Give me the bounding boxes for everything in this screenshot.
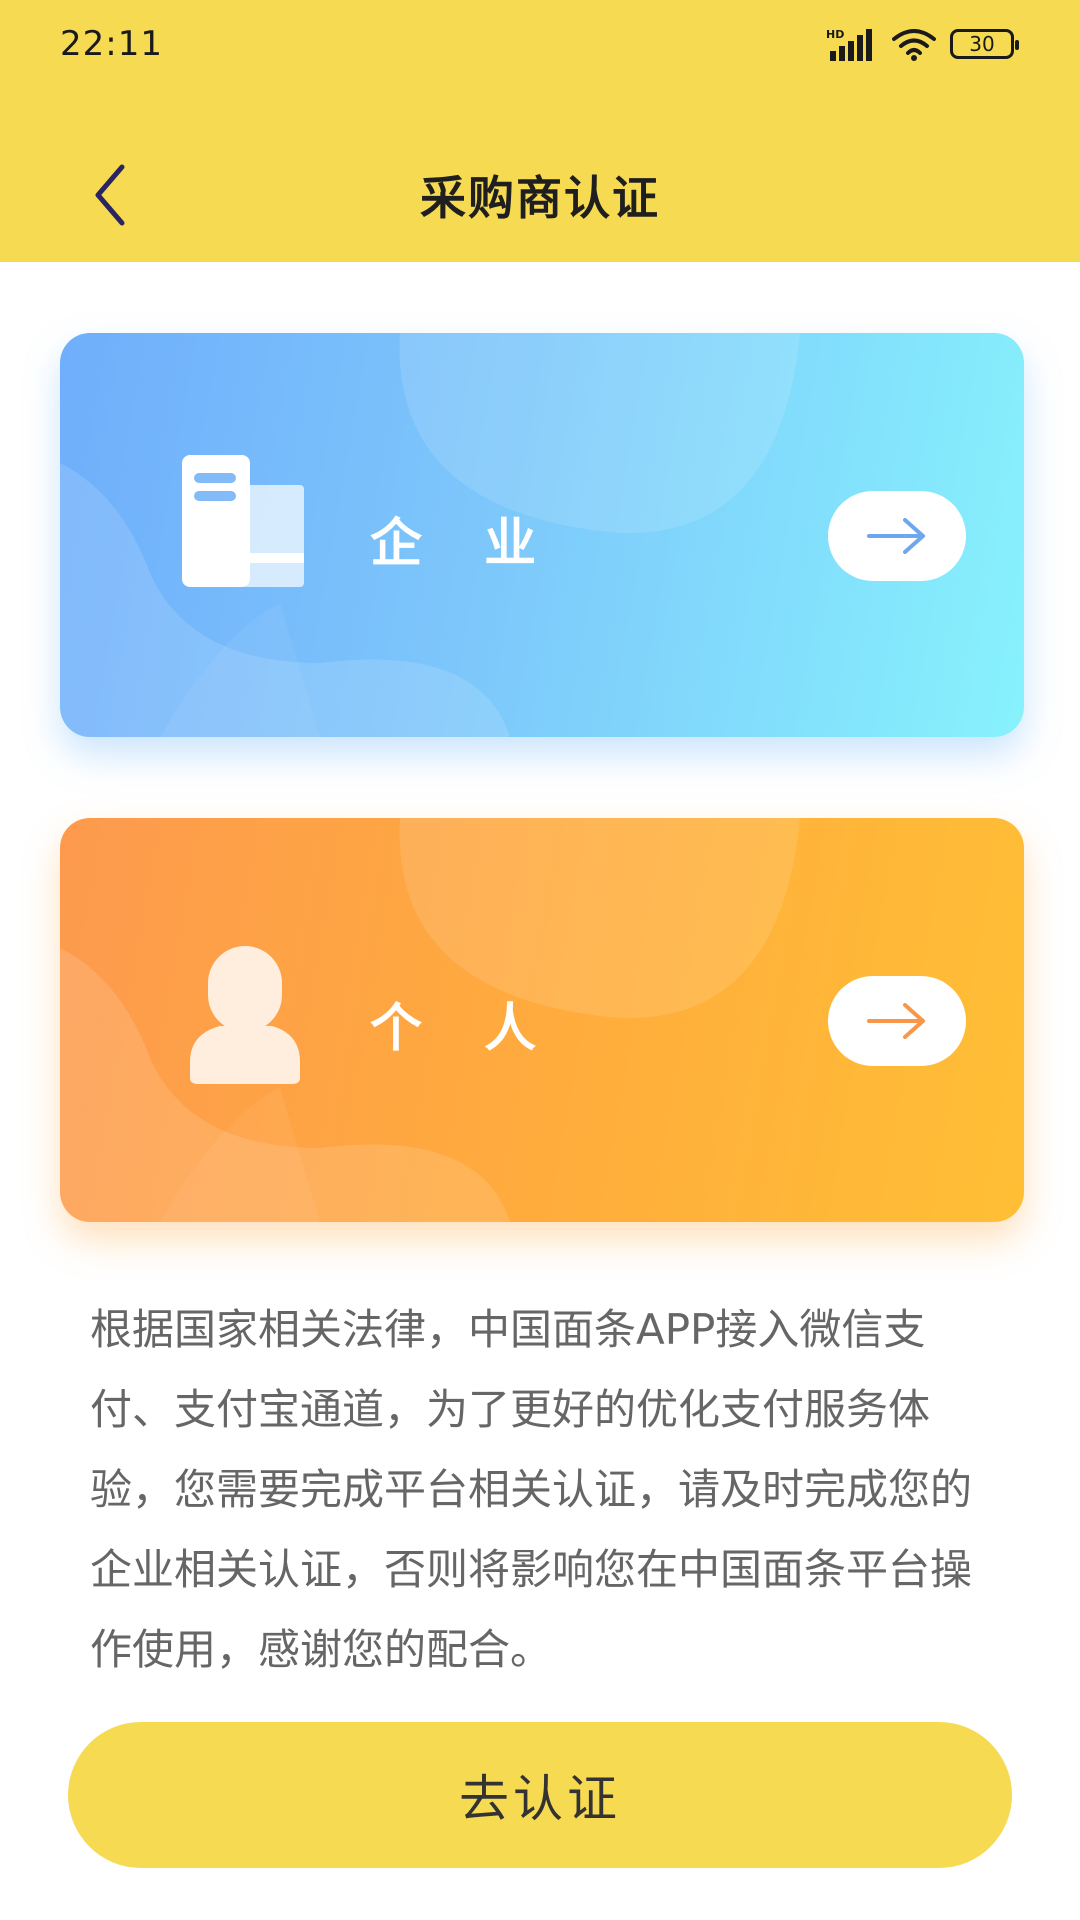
go-certify-button[interactable]: 去认证 [68,1722,1012,1868]
header: 22:11 HD 30 采购商认证 [0,0,1080,262]
personal-arrow-button[interactable] [828,976,966,1066]
building-icon [182,455,304,587]
page-title: 采购商认证 [420,171,660,225]
battery-icon: 30 [950,29,1019,59]
arrow-right-icon [867,1003,925,1039]
person-icon [190,946,300,1084]
page: 22:11 HD 30 采购商认证 企 业 个 人 根据国家相关法律，中国面条A… [0,0,1080,1920]
enterprise-label: 企 业 [370,514,559,574]
wifi-icon [892,29,936,61]
arrow-right-icon [867,518,925,554]
status-time: 22:11 [60,24,163,64]
personal-card[interactable]: 个 人 [60,818,1024,1222]
status-icons: HD 30 [826,24,1019,64]
personal-label: 个 人 [370,999,559,1059]
enterprise-card[interactable]: 企 业 [60,333,1024,737]
description-text: 根据国家相关法律，中国面条APP接入微信支付、支付宝通道，为了更好的优化支付服务… [90,1305,973,1674]
network-label: HD [826,28,844,41]
enterprise-arrow-button[interactable] [828,491,966,581]
battery-level: 30 [969,32,995,56]
signal-icon: HD [826,28,872,61]
